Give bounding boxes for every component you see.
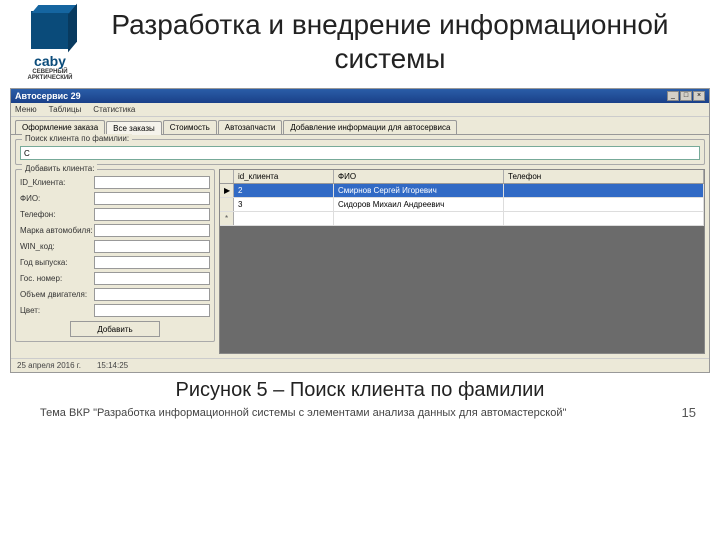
input-plate[interactable]	[94, 272, 210, 285]
add-client-group: Добавить клиента: ID_Клиента: ФИО: Телеф…	[15, 169, 215, 342]
footer-text: Тема ВКР "Разработка информационной сист…	[40, 407, 566, 419]
input-tel[interactable]	[94, 208, 210, 221]
new-row-icon: *	[220, 212, 234, 225]
input-color[interactable]	[94, 304, 210, 317]
tab-content: Поиск клиента по фамилии: Добавить клиен…	[11, 135, 709, 358]
input-vin[interactable]	[94, 240, 210, 253]
statusbar: 25 апреля 2016 г. 15:14:25	[11, 358, 709, 372]
search-input[interactable]	[20, 146, 700, 160]
grid-header-id[interactable]: id_клиента	[234, 170, 334, 183]
status-date: 25 апреля 2016 г.	[17, 361, 81, 370]
status-time: 15:14:25	[97, 361, 128, 370]
page-title: Разработка и внедрение информационной си…	[100, 8, 720, 75]
menu-item-tables[interactable]: Таблицы	[49, 105, 82, 114]
tab-parts[interactable]: Автозапчасти	[218, 120, 283, 134]
tab-add-info[interactable]: Добавление информации для автосервиса	[283, 120, 457, 134]
cell-id: 2	[234, 184, 334, 197]
tab-strip: Оформление заказа Все заказы Стоимость А…	[11, 117, 709, 135]
input-brand[interactable]	[94, 224, 210, 237]
page-number: 15	[682, 405, 696, 420]
logo-text: caby	[34, 53, 66, 69]
label-brand: Марка автомобиля:	[20, 226, 94, 235]
label-engine: Объем двигателя:	[20, 290, 94, 299]
menubar: Меню Таблицы Статистика	[11, 103, 709, 117]
window-controls: _ □ ×	[667, 91, 705, 101]
add-button[interactable]: Добавить	[70, 321, 160, 337]
label-plate: Гос. номер:	[20, 274, 94, 283]
logo-sub2: АРКТИЧЕСКИЙ	[28, 75, 73, 81]
figure-caption: Рисунок 5 – Поиск клиента по фамилии	[0, 379, 720, 402]
table-row-new[interactable]: *	[220, 212, 704, 226]
titlebar: Автосервис 29 _ □ ×	[11, 89, 709, 103]
clients-grid[interactable]: id_клиента ФИО Телефон ▶ 2 Смирнов Серге…	[219, 169, 705, 354]
row-indicator-icon: ▶	[220, 184, 234, 197]
grid-header-tel[interactable]: Телефон	[504, 170, 704, 183]
label-color: Цвет:	[20, 306, 94, 315]
menu-item-main[interactable]: Меню	[15, 105, 37, 114]
cell-tel	[504, 184, 704, 197]
input-id[interactable]	[94, 176, 210, 189]
maximize-button[interactable]: □	[680, 91, 692, 101]
grid-header: id_клиента ФИО Телефон	[220, 170, 704, 184]
tab-order[interactable]: Оформление заказа	[15, 120, 105, 134]
input-fio[interactable]	[94, 192, 210, 205]
app-window: Автосервис 29 _ □ × Меню Таблицы Статист…	[10, 88, 710, 373]
logo: caby СЕВЕРНЫЙ АРКТИЧЕСКИЙ	[10, 8, 90, 83]
cell-tel	[504, 198, 704, 211]
grid-header-selector[interactable]	[220, 170, 234, 183]
input-engine[interactable]	[94, 288, 210, 301]
label-year: Год выпуска:	[20, 258, 94, 267]
table-row[interactable]: ▶ 2 Смирнов Сергей Игоревич	[220, 184, 704, 198]
input-year[interactable]	[94, 256, 210, 269]
label-id: ID_Клиента:	[20, 178, 94, 187]
cell-fio: Смирнов Сергей Игоревич	[334, 184, 504, 197]
cell-fio: Сидоров Михаил Андреевич	[334, 198, 504, 211]
add-group-label: Добавить клиента:	[22, 164, 97, 173]
table-row[interactable]: 3 Сидоров Михаил Андреевич	[220, 198, 704, 212]
label-fio: ФИО:	[20, 194, 94, 203]
row-indicator-icon	[220, 198, 234, 211]
search-group-label: Поиск клиента по фамилии:	[22, 134, 132, 143]
tab-all-orders[interactable]: Все заказы	[106, 121, 162, 135]
label-tel: Телефон:	[20, 210, 94, 219]
close-button[interactable]: ×	[693, 91, 705, 101]
minimize-button[interactable]: _	[667, 91, 679, 101]
search-group: Поиск клиента по фамилии:	[15, 139, 705, 165]
slide-footer: Тема ВКР "Разработка информационной сист…	[0, 402, 720, 420]
label-vin: WIN_код:	[20, 242, 94, 251]
cell-id: 3	[234, 198, 334, 211]
grid-header-fio[interactable]: ФИО	[334, 170, 504, 183]
window-title: Автосервис 29	[15, 91, 81, 101]
tab-cost[interactable]: Стоимость	[163, 120, 217, 134]
menu-item-stats[interactable]: Статистика	[93, 105, 135, 114]
